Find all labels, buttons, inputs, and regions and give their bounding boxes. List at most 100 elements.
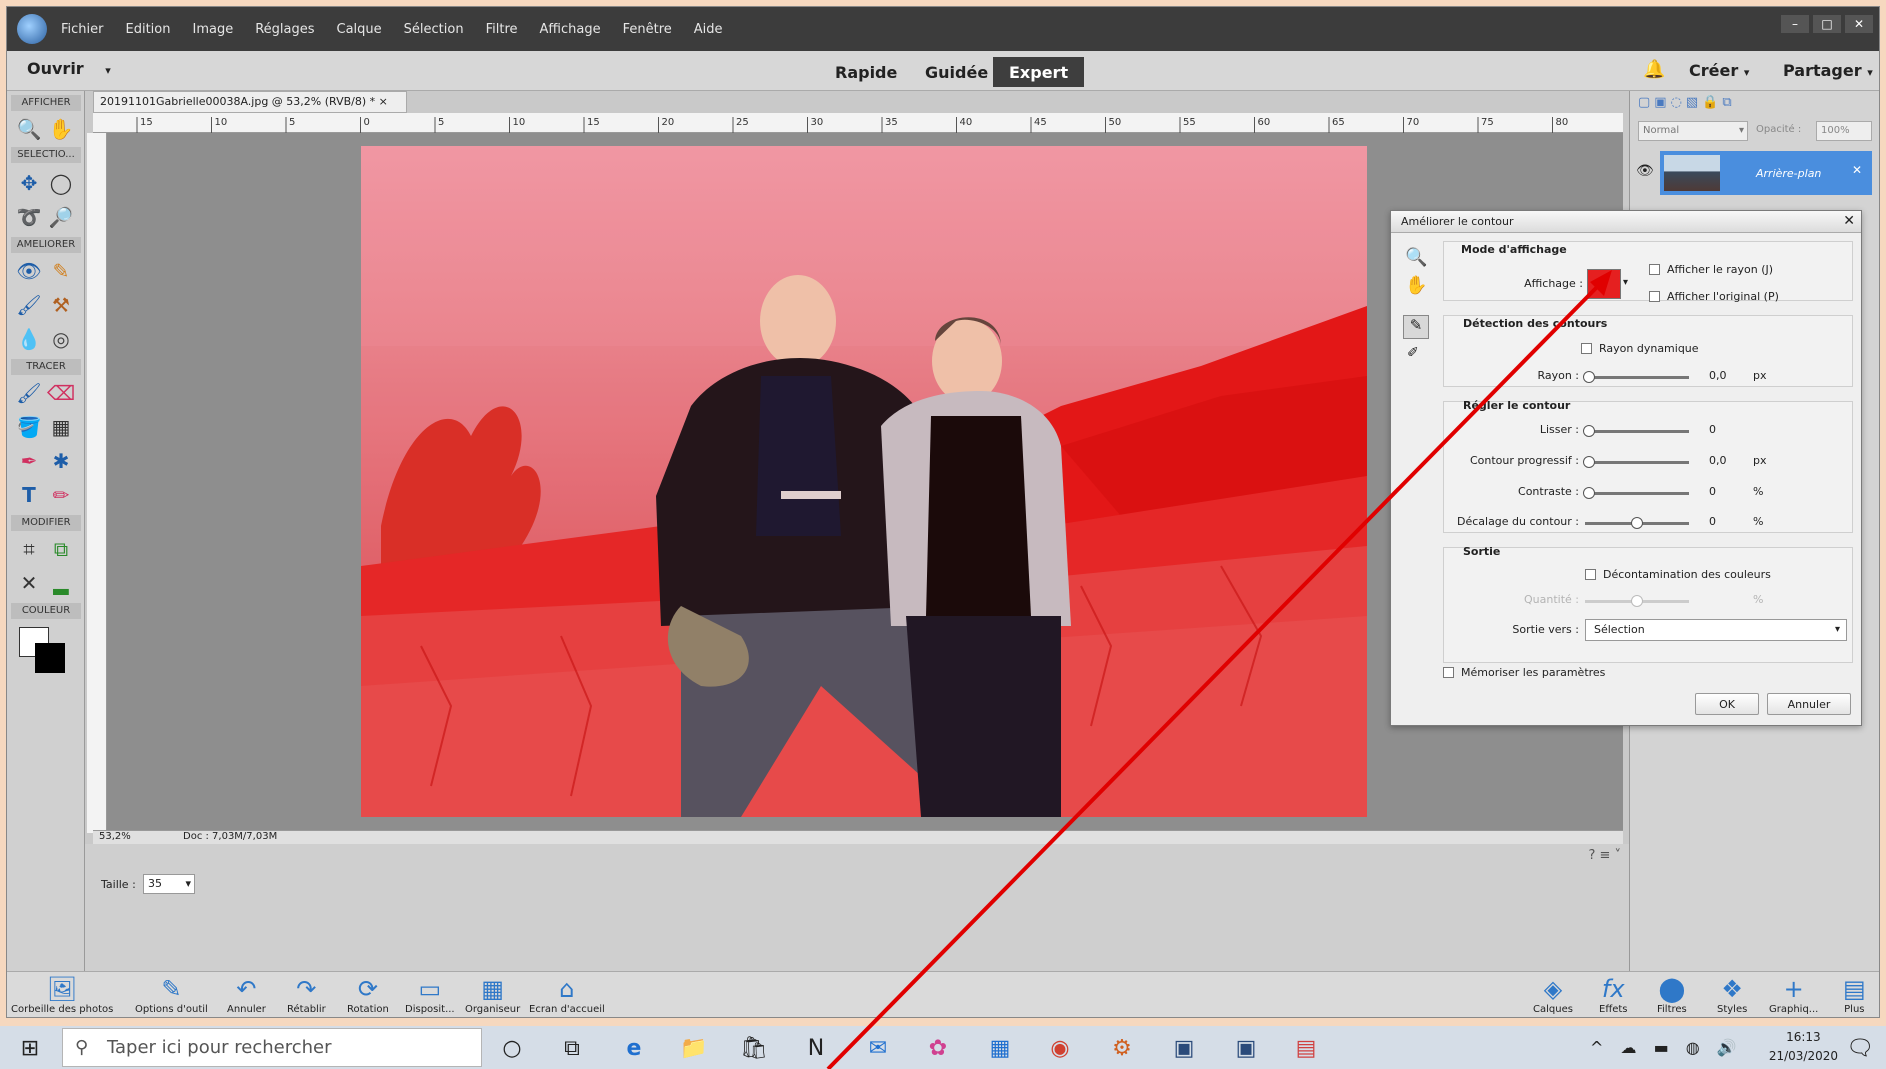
photoshop-elements-icon[interactable]: ▣ <box>1168 1032 1200 1064</box>
eraser-tool-icon[interactable]: ⌫ <box>47 379 75 407</box>
app-icon[interactable]: ⚙ <box>1106 1032 1138 1064</box>
straighten-tool-icon[interactable]: ▂ <box>47 569 75 597</box>
smooth-slider[interactable] <box>1583 425 1689 437</box>
chrome-icon[interactable]: ◉ <box>1044 1032 1076 1064</box>
chevron-down-icon[interactable]: ▾ <box>185 875 191 893</box>
feather-slider[interactable] <box>1583 456 1689 468</box>
view-mode-thumbnail[interactable] <box>1587 269 1621 299</box>
quick-selection-icon[interactable]: 🔎 <box>47 203 75 231</box>
menu-edition[interactable]: Edition <box>126 22 171 37</box>
menu-calque[interactable]: Calque <box>337 22 382 37</box>
mode-guidee[interactable]: Guidée <box>909 57 1004 87</box>
radius-slider-knob[interactable] <box>1583 371 1595 383</box>
ok-button[interactable]: OK <box>1695 693 1759 715</box>
blend-mode-select[interactable]: Normal ▾ <box>1638 121 1748 141</box>
mode-expert[interactable]: Expert <box>993 57 1085 87</box>
photoshop-elements-editor-icon[interactable]: ▣ <box>1230 1032 1262 1064</box>
show-original-checkbox[interactable] <box>1649 291 1660 302</box>
decontaminate-checkbox[interactable] <box>1585 569 1596 580</box>
lock-icon[interactable]: ✕ <box>1852 163 1862 177</box>
close-icon[interactable]: ✕ <box>1843 213 1855 229</box>
menu-filtre[interactable]: Filtre <box>486 22 518 37</box>
dock-styles[interactable]: ❖ Styles <box>1717 974 1747 1015</box>
dock-layout[interactable]: ▭ Disposit... <box>405 974 455 1015</box>
gradient-tool-icon[interactable]: ▦ <box>47 413 75 441</box>
dock-redo[interactable]: ↷ Rétablir <box>287 974 326 1015</box>
menu-fenetre[interactable]: Fenêtre <box>623 22 672 37</box>
redeye-tool-icon[interactable]: 👁 <box>15 257 43 285</box>
taskbar-clock[interactable]: 16:13 21/03/2020 <box>1769 1028 1838 1066</box>
taskbar-search[interactable]: ⚲ Taper ici pour rechercher <box>62 1028 482 1067</box>
notifications-icon[interactable]: 🗨 <box>1844 1032 1876 1064</box>
sponge-tool-icon[interactable]: ◎ <box>47 325 75 353</box>
chevron-down-icon[interactable]: ▾ <box>1623 277 1628 288</box>
photos-icon[interactable]: ✿ <box>922 1032 954 1064</box>
layer-tools-icons[interactable]: ▢▣◌▧🔒⧉ <box>1638 95 1736 110</box>
document-tab[interactable]: 20191101Gabrielle00038A.jpg @ 53,2% (RVB… <box>93 91 407 113</box>
cortana-icon[interactable]: ○ <box>496 1032 528 1064</box>
radius-slider[interactable] <box>1583 371 1689 383</box>
zoom-tool-icon[interactable]: 🔍 <box>1405 247 1427 268</box>
dock-rotate[interactable]: ⟳ Rotation <box>347 974 389 1015</box>
shift-edge-slider[interactable] <box>1585 517 1689 529</box>
show-radius-checkbox[interactable] <box>1649 264 1660 275</box>
background-color-swatch[interactable] <box>35 643 65 673</box>
opacity-input[interactable]: 100% <box>1816 121 1872 141</box>
onenote-icon[interactable]: N <box>800 1032 832 1064</box>
dock-organizer[interactable]: ▦ Organiseur <box>465 974 520 1015</box>
radius-value[interactable]: 0,0 <box>1709 369 1727 382</box>
task-view-icon[interactable]: ⧉ <box>556 1032 588 1064</box>
smart-radius-checkbox[interactable] <box>1581 343 1592 354</box>
recompose-tool-icon[interactable]: ⧉ <box>47 535 75 563</box>
remember-settings-checkbox[interactable] <box>1443 667 1454 678</box>
share-button[interactable]: Partager ▾ <box>1783 61 1873 80</box>
open-button[interactable]: Ouvrir ▾ <box>27 59 111 78</box>
refine-radius-brush-icon[interactable]: ✎ <box>1403 315 1429 339</box>
eye-icon[interactable]: 👁 <box>1636 163 1654 179</box>
system-tray-icons[interactable]: ^ ☁ ▬ ◍ 🔊 <box>1590 1038 1743 1057</box>
hand-tool-icon[interactable]: ✋ <box>1405 275 1427 296</box>
clone-stamp-icon[interactable]: ⚒ <box>47 291 75 319</box>
menu-image[interactable]: Image <box>192 22 233 37</box>
dock-undo[interactable]: ↶ Annuler <box>227 974 266 1015</box>
healing-brush-icon[interactable]: ✎ <box>47 257 75 285</box>
file-explorer-icon[interactable]: 📁 <box>678 1032 710 1064</box>
pdf-icon[interactable]: ▤ <box>1290 1032 1322 1064</box>
shift-edge-value[interactable]: 0 <box>1709 515 1716 528</box>
windows-start-icon[interactable]: ⊞ <box>14 1032 46 1064</box>
dock-photo-bin[interactable]: 🖼 Corbeille des photos <box>11 974 113 1015</box>
size-input[interactable]: 35 ▾ <box>143 874 195 894</box>
dock-graphics[interactable]: + Graphiq... <box>1769 974 1818 1015</box>
contrast-value[interactable]: 0 <box>1709 485 1716 498</box>
lasso-tool-icon[interactable]: ➰ <box>15 203 43 231</box>
menu-selection[interactable]: Sélection <box>404 22 464 37</box>
contrast-slider[interactable] <box>1583 487 1689 499</box>
maximize-button[interactable]: □ <box>1813 15 1841 33</box>
eyedropper-icon[interactable]: ✒ <box>15 447 43 475</box>
paint-bucket-icon[interactable]: 🪣 <box>15 413 43 441</box>
photo-canvas[interactable] <box>361 146 1367 817</box>
dock-more[interactable]: ▤ Plus <box>1843 974 1866 1015</box>
smart-brush-icon[interactable]: 🖌 <box>15 291 43 319</box>
calendar-icon[interactable]: ▦ <box>984 1032 1016 1064</box>
feather-value[interactable]: 0,0 <box>1709 454 1727 467</box>
dock-effects[interactable]: fx Effets <box>1599 974 1628 1015</box>
dock-layers[interactable]: ◈ Calques <box>1533 974 1573 1015</box>
menu-fichier[interactable]: Fichier <box>61 22 104 37</box>
move-tool-icon[interactable]: ✥ <box>15 169 43 197</box>
brush-tool-icon[interactable]: 🖌 <box>15 379 43 407</box>
pencil-tool-icon[interactable]: ✏ <box>47 481 75 509</box>
dock-tool-options[interactable]: ✎ Options d'outil <box>135 974 208 1015</box>
feather-slider-knob[interactable] <box>1583 456 1595 468</box>
minimize-button[interactable]: – <box>1781 15 1809 33</box>
cancel-button[interactable]: Annuler <box>1767 693 1851 715</box>
edge-browser-icon[interactable]: e <box>618 1032 650 1064</box>
bell-icon[interactable]: 🔔 <box>1643 59 1665 80</box>
close-button[interactable]: ✕ <box>1845 15 1873 33</box>
contrast-slider-knob[interactable] <box>1583 487 1595 499</box>
help-icon[interactable]: ? ≡ ˅ <box>1588 848 1621 863</box>
content-aware-move-icon[interactable]: ✕ <box>15 569 43 597</box>
mail-icon[interactable]: ✉ <box>862 1032 894 1064</box>
erase-refinements-icon[interactable]: ✐ <box>1407 345 1419 361</box>
hand-tool-icon[interactable]: ✋ <box>47 115 75 143</box>
